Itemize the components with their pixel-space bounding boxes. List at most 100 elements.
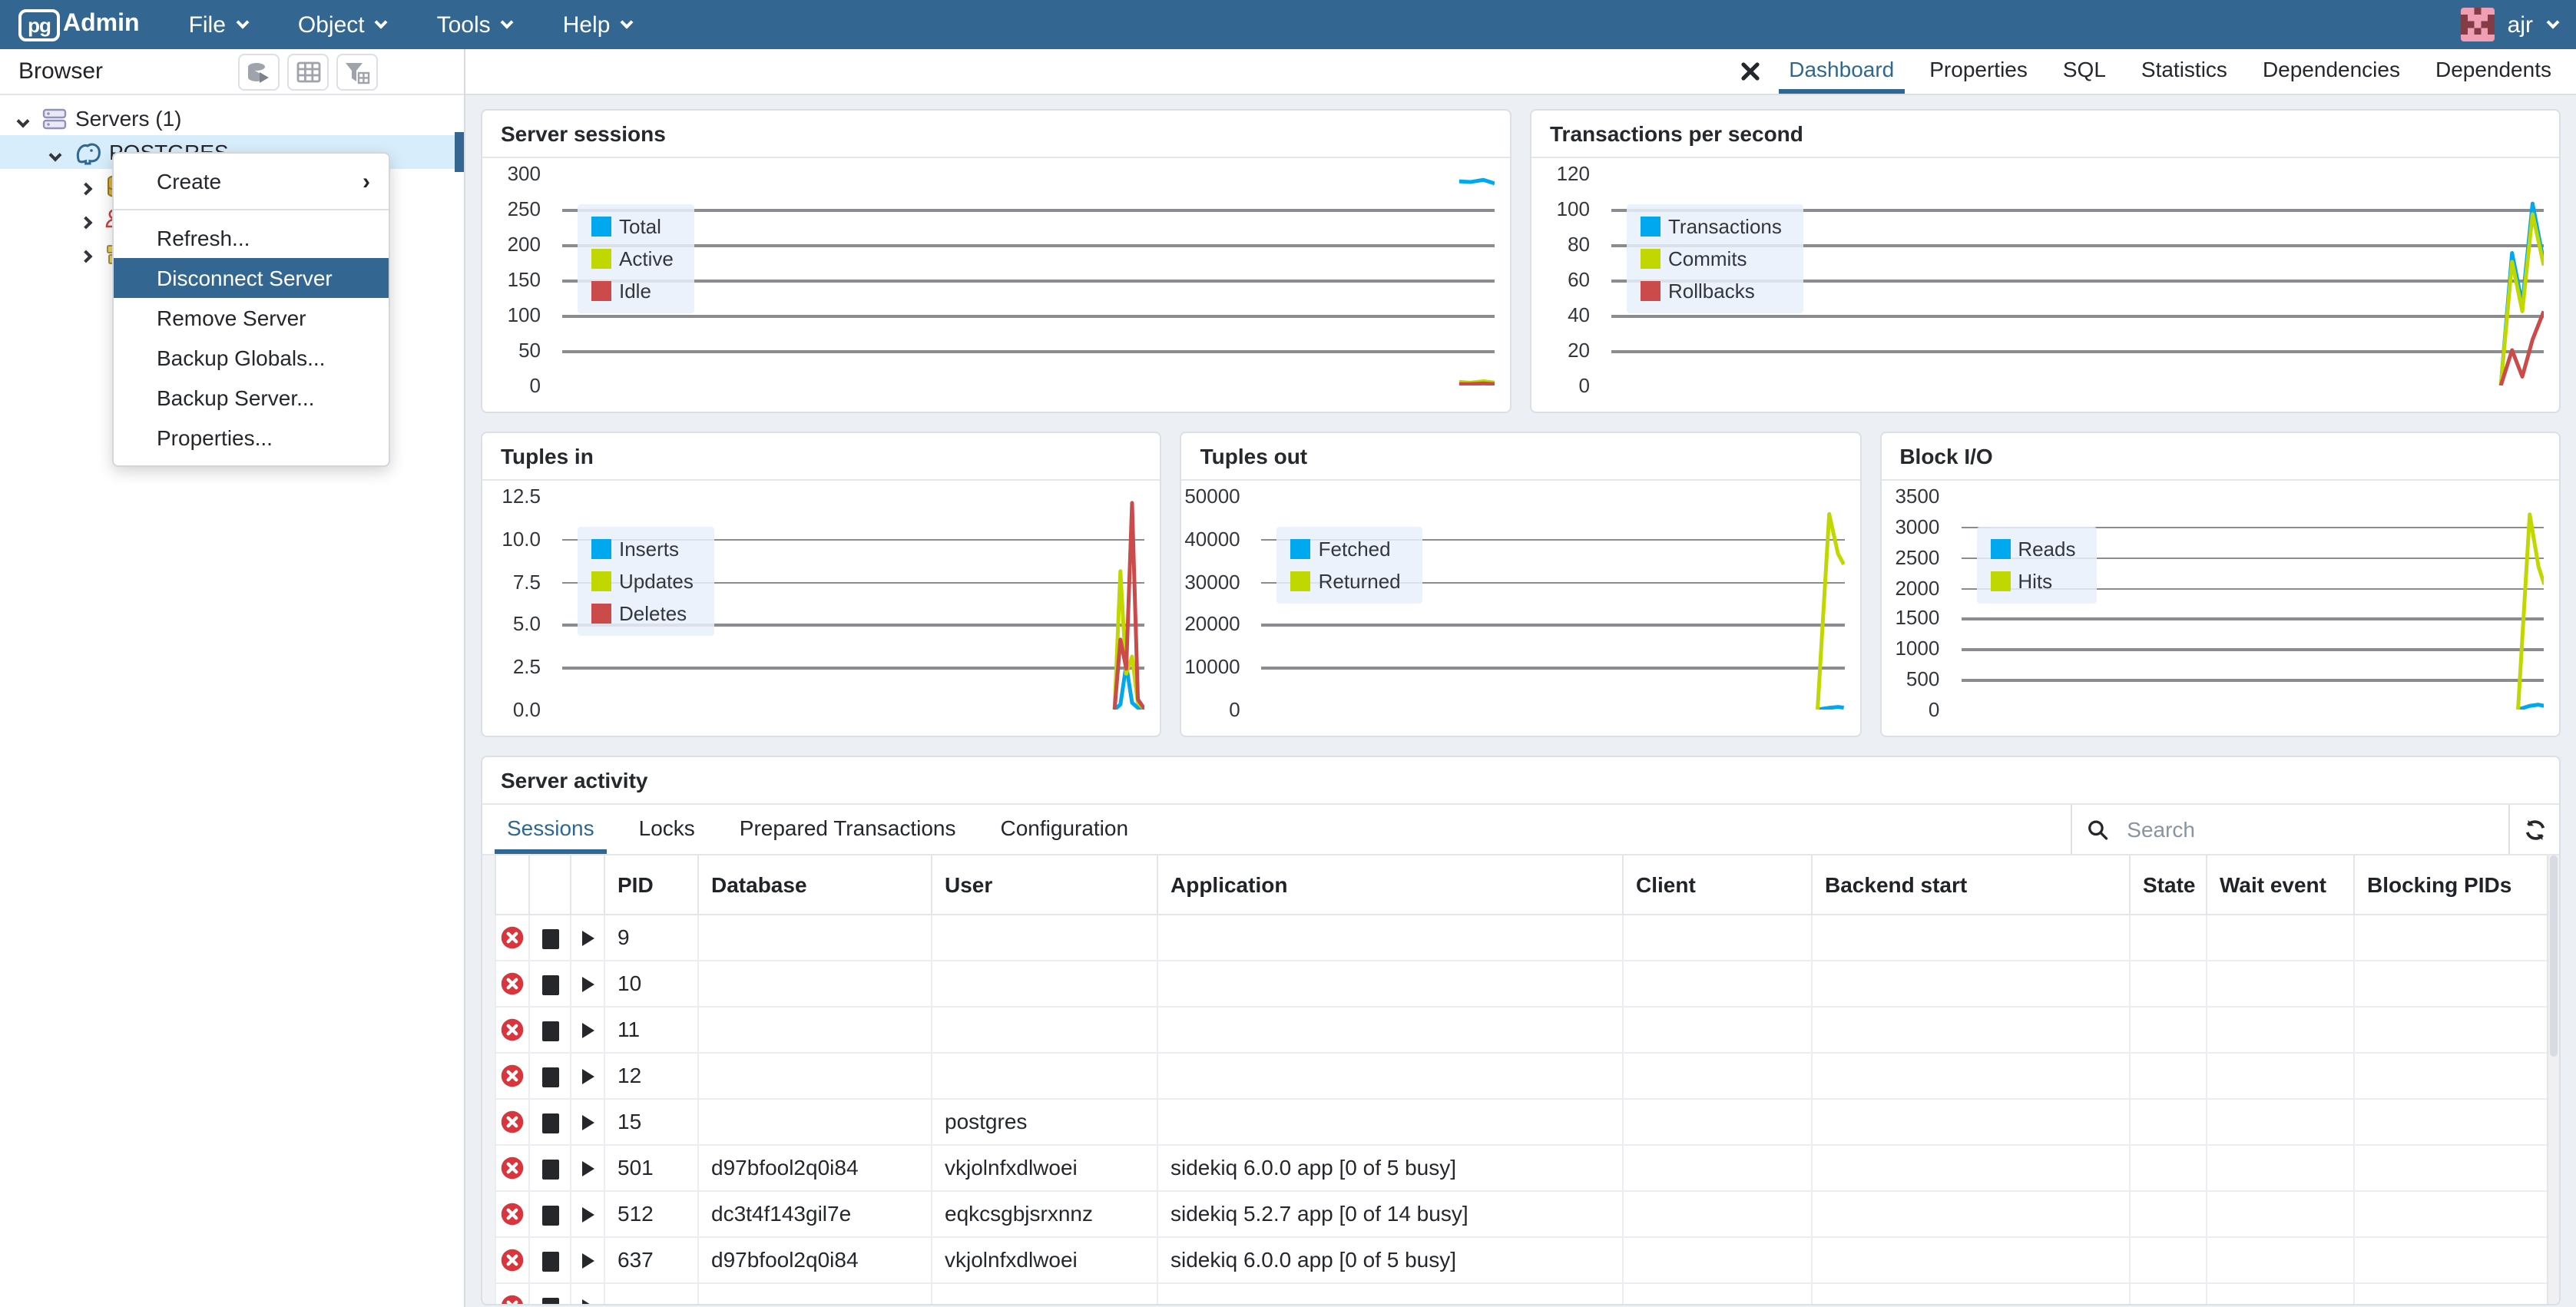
cell-backend-start[interactable]: [1812, 1282, 2130, 1304]
cell-wait-event[interactable]: [2207, 1282, 2354, 1304]
cell-blocking-pids[interactable]: [2354, 1282, 2548, 1304]
cell-application[interactable]: [1157, 1006, 1623, 1052]
terminate-session-cell[interactable]: [495, 1282, 529, 1304]
cell-backend-start[interactable]: [1812, 1006, 2130, 1052]
column-header[interactable]: Database: [698, 855, 932, 914]
terminate-session-cell[interactable]: [495, 1190, 529, 1236]
cell-wait-event[interactable]: [2207, 1236, 2354, 1282]
cell-blocking-pids[interactable]: [2354, 1190, 2548, 1236]
table-scrollbar[interactable]: [2547, 855, 2559, 1304]
cell-pid[interactable]: 9: [604, 914, 698, 960]
cell-database[interactable]: [698, 960, 932, 1006]
cell-client[interactable]: [1623, 1144, 1812, 1190]
cell-state[interactable]: [2130, 1144, 2207, 1190]
column-header[interactable]: State: [2130, 855, 2207, 914]
cell-user[interactable]: vkjolnfxdlwoei: [932, 1144, 1157, 1190]
collapsed-chevron-icon[interactable]: [75, 174, 97, 198]
cell-user[interactable]: [932, 1006, 1157, 1052]
cell-user[interactable]: [932, 1282, 1157, 1304]
activity-tab[interactable]: Configuration: [988, 805, 1141, 854]
cell-application[interactable]: sidekiq 6.0.0 app [0 of 5 busy]: [1157, 1236, 1623, 1282]
cell-blocking-pids[interactable]: [2354, 960, 2548, 1006]
expand-row-cell[interactable]: [571, 1098, 604, 1144]
cell-application[interactable]: [1157, 1282, 1623, 1304]
menubar-item[interactable]: Help: [563, 12, 632, 38]
cell-application[interactable]: sidekiq 5.2.7 app [0 of 14 busy]: [1157, 1190, 1623, 1236]
cell-pid[interactable]: 501: [604, 1144, 698, 1190]
expand-chevron-icon[interactable]: [45, 140, 66, 164]
activity-tab[interactable]: Prepared Transactions: [727, 805, 968, 854]
cell-state[interactable]: [2130, 914, 2207, 960]
cancel-query-cell[interactable]: [529, 1236, 571, 1282]
cell-database[interactable]: [698, 1006, 932, 1052]
cell-database[interactable]: [698, 914, 932, 960]
refresh-button[interactable]: [2508, 805, 2559, 854]
main-tab[interactable]: Dashboard: [1778, 49, 1905, 94]
cell-user[interactable]: [932, 1052, 1157, 1098]
main-tab[interactable]: Statistics: [2131, 49, 2238, 94]
terminate-session-cell[interactable]: [495, 1006, 529, 1052]
view-data-button[interactable]: [287, 54, 329, 91]
cell-client[interactable]: [1623, 1098, 1812, 1144]
expand-row-cell[interactable]: [571, 1006, 604, 1052]
cell-backend-start[interactable]: [1812, 914, 2130, 960]
cell-user[interactable]: [932, 960, 1157, 1006]
column-header[interactable]: Application: [1157, 855, 1623, 914]
cell-pid[interactable]: 12: [604, 1052, 698, 1098]
cell-user[interactable]: eqkcsgbjsrxnnz: [932, 1190, 1157, 1236]
expand-chevron-icon[interactable]: [12, 106, 34, 131]
cell-user[interactable]: [932, 914, 1157, 960]
terminate-session-cell[interactable]: [495, 1144, 529, 1190]
column-header[interactable]: Wait event: [2207, 855, 2354, 914]
cell-user[interactable]: postgres: [932, 1098, 1157, 1144]
cell-backend-start[interactable]: [1812, 1190, 2130, 1236]
collapsed-chevron-icon[interactable]: [75, 207, 97, 232]
tree-item-servers[interactable]: Servers (1): [0, 101, 464, 135]
cell-pid[interactable]: 15: [604, 1098, 698, 1144]
cancel-query-cell[interactable]: [529, 1190, 571, 1236]
cell-client[interactable]: [1623, 1052, 1812, 1098]
cell-application[interactable]: sidekiq 6.0.0 app [0 of 5 busy]: [1157, 1144, 1623, 1190]
context-menu-item[interactable]: Create ›: [114, 161, 389, 201]
main-tab[interactable]: Properties: [1919, 49, 2038, 94]
cell-client[interactable]: [1623, 1006, 1812, 1052]
search-input[interactable]: [2124, 816, 2493, 843]
cell-pid[interactable]: 11: [604, 1006, 698, 1052]
cell-wait-event[interactable]: [2207, 1098, 2354, 1144]
cell-wait-event[interactable]: [2207, 1052, 2354, 1098]
cell-blocking-pids[interactable]: [2354, 1144, 2548, 1190]
cancel-query-cell[interactable]: [529, 1098, 571, 1144]
cell-application[interactable]: [1157, 914, 1623, 960]
main-tab[interactable]: Dependents: [2425, 49, 2562, 94]
terminate-session-cell[interactable]: [495, 1236, 529, 1282]
main-tab[interactable]: Dependencies: [2252, 49, 2411, 94]
cell-database[interactable]: [698, 1052, 932, 1098]
cell-database[interactable]: d97bfool2q0i84: [698, 1236, 932, 1282]
cancel-query-cell[interactable]: [529, 1052, 571, 1098]
context-menu-item[interactable]: Properties... ›: [114, 418, 389, 458]
cell-client[interactable]: [1623, 1236, 1812, 1282]
browser-scrollbar-thumb[interactable]: [455, 132, 464, 172]
cancel-query-cell[interactable]: [529, 960, 571, 1006]
context-menu-item[interactable]: Backup Globals... ›: [114, 338, 389, 378]
cell-pid[interactable]: 512: [604, 1190, 698, 1236]
context-menu-item[interactable]: Backup Server... ›: [114, 378, 389, 418]
cell-wait-event[interactable]: [2207, 1190, 2354, 1236]
menubar-item[interactable]: File: [189, 12, 247, 38]
cell-backend-start[interactable]: [1812, 1052, 2130, 1098]
cell-blocking-pids[interactable]: [2354, 1006, 2548, 1052]
cell-client[interactable]: [1623, 914, 1812, 960]
cell-backend-start[interactable]: [1812, 960, 2130, 1006]
cell-application[interactable]: [1157, 1098, 1623, 1144]
activity-tab[interactable]: Locks: [627, 805, 707, 854]
column-header[interactable]: PID: [604, 855, 698, 914]
cell-database[interactable]: d97bfool2q0i84: [698, 1144, 932, 1190]
cell-state[interactable]: [2130, 1190, 2207, 1236]
cell-state[interactable]: [2130, 1282, 2207, 1304]
context-menu-item[interactable]: ›: [114, 209, 389, 210]
cell-pid[interactable]: 637: [604, 1236, 698, 1282]
cell-backend-start[interactable]: [1812, 1144, 2130, 1190]
cell-state[interactable]: [2130, 1052, 2207, 1098]
cell-client[interactable]: [1623, 960, 1812, 1006]
context-menu-item[interactable]: Disconnect Server ›: [114, 258, 389, 298]
